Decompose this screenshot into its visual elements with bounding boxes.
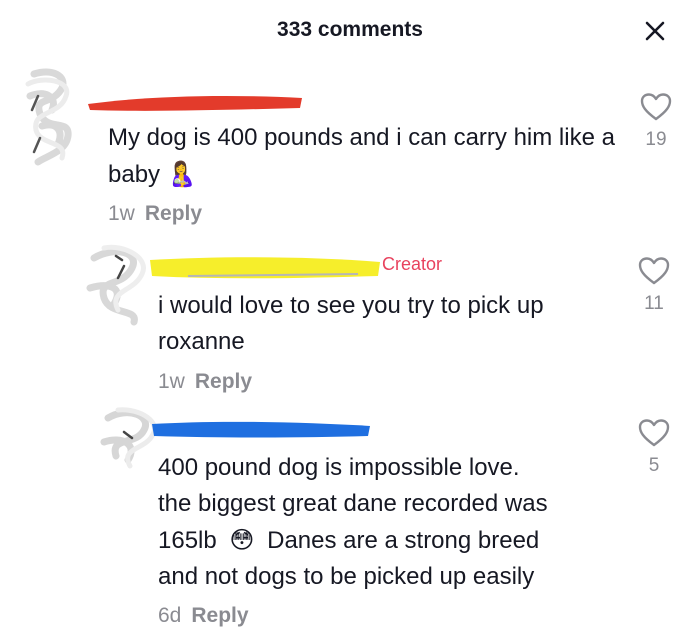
- reply-button[interactable]: Reply: [191, 604, 248, 627]
- like-area: 5: [634, 418, 674, 477]
- emoji-breastfeeding: 🤱: [166, 160, 197, 188]
- comments-header: 333 comments: [0, 0, 700, 62]
- comment-line: 165lb 😳 Danes are a strong breed: [158, 522, 628, 559]
- redaction-mark: [88, 96, 302, 111]
- heart-icon[interactable]: [637, 256, 671, 286]
- username-redacted[interactable]: [86, 90, 306, 112]
- reply-button[interactable]: Reply: [145, 202, 202, 225]
- comment-line: 400 pound dog is impossible love.: [158, 454, 520, 481]
- comment-line: the biggest great dane recorded was: [158, 490, 548, 517]
- comment-body: i would love to see you try to pick up r…: [158, 292, 544, 355]
- creator-tag: Creator: [382, 254, 443, 274]
- like-area: 11: [634, 256, 674, 315]
- comment-text: 400 pound dog is impossible love. the bi…: [158, 450, 628, 595]
- heart-icon[interactable]: [637, 418, 671, 448]
- avatar-scribble: [25, 68, 72, 166]
- redaction-mark: [152, 421, 370, 438]
- emoji-flushed-face: 😳: [229, 526, 255, 554]
- comments-count-title: 333 comments: [277, 18, 423, 41]
- username-redacted[interactable]: [150, 416, 380, 438]
- avatar-scribble: [86, 244, 146, 326]
- reply-item: 400 pound dog is impossible love. the bi…: [0, 402, 700, 635]
- comment-meta: 6d Reply: [158, 604, 249, 628]
- like-area: 19: [636, 92, 676, 151]
- comment-age: 6d: [158, 604, 182, 627]
- comment-age: 1w: [108, 202, 135, 225]
- comment-fragment: 165lb: [158, 527, 217, 554]
- like-count: 11: [644, 293, 664, 314]
- reply-button[interactable]: Reply: [195, 370, 252, 393]
- username-redacted[interactable]: [148, 254, 388, 279]
- heart-icon[interactable]: [639, 92, 673, 122]
- comment-meta: 1w Reply: [158, 370, 252, 394]
- comment-meta: 1w Reply: [108, 202, 202, 226]
- comment-line: and not dogs to be picked up easily: [158, 563, 535, 590]
- close-icon: [645, 21, 665, 41]
- comment-fragment: Danes are a strong breed: [267, 527, 540, 554]
- comment-text: My dog is 400 pounds and i can carry him…: [108, 120, 618, 193]
- like-count: 19: [645, 129, 667, 150]
- comment-age: 1w: [158, 370, 185, 393]
- comment-item: My dog is 400 pounds and i can carry him…: [0, 62, 700, 232]
- redaction-mark: [150, 257, 380, 279]
- like-count: 5: [648, 455, 660, 476]
- comment-text: i would love to see you try to pick up r…: [158, 288, 608, 360]
- close-button[interactable]: [640, 16, 670, 46]
- reply-item: Creator i would love to see you try to p…: [0, 232, 700, 402]
